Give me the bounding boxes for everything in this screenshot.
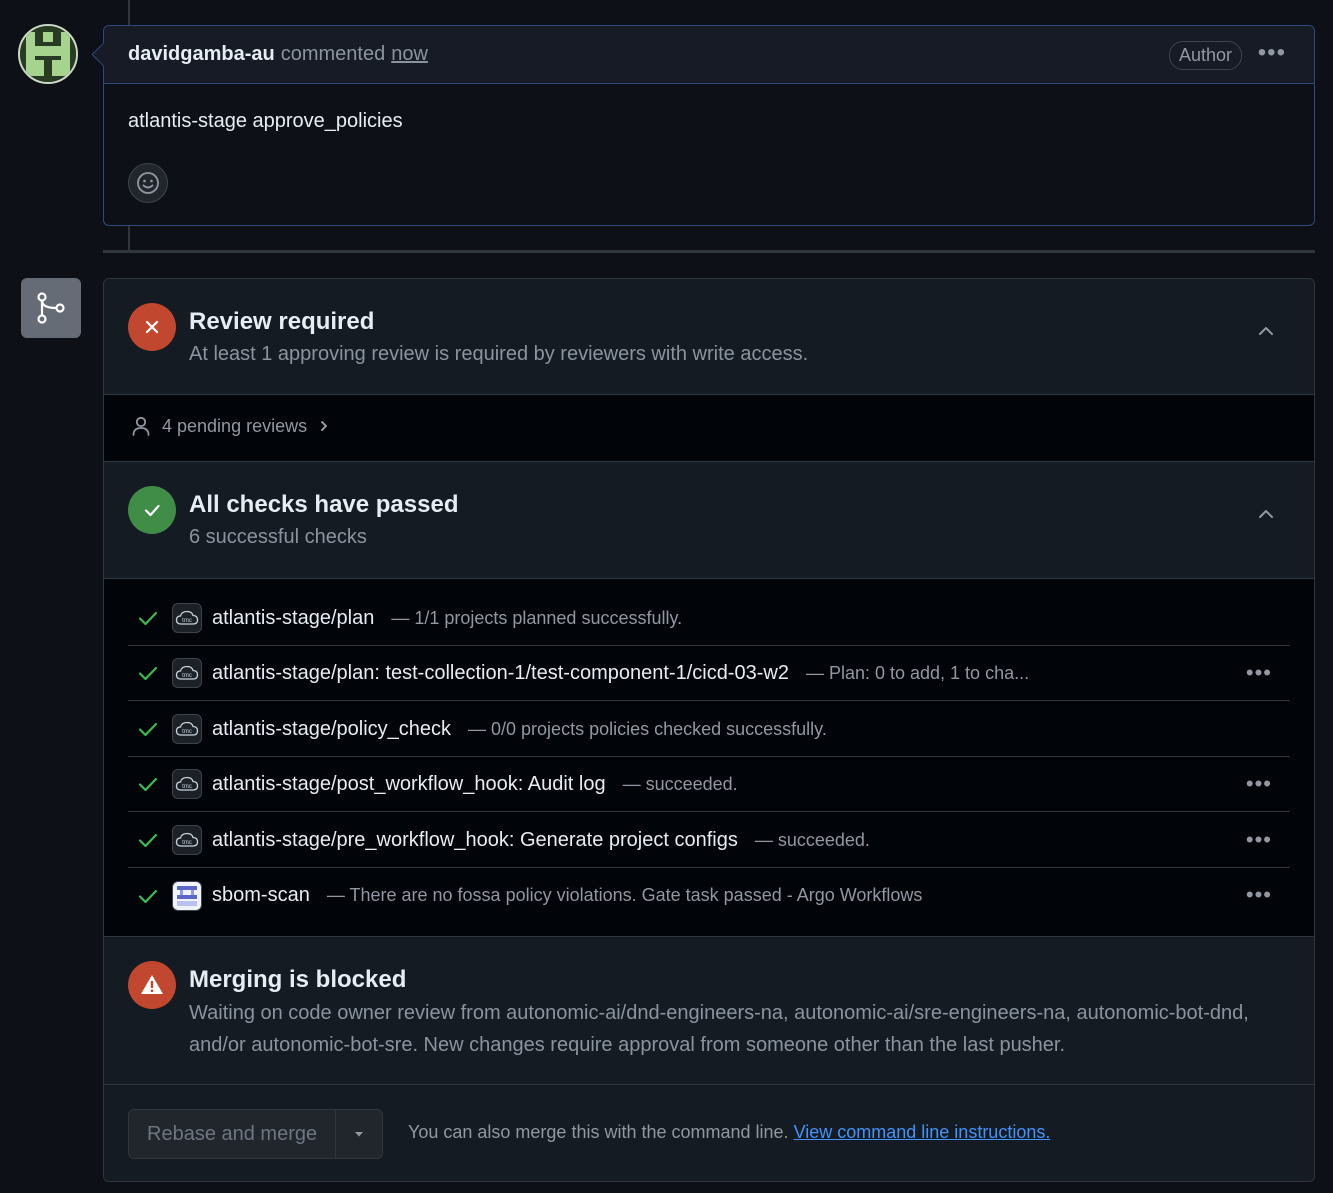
merge-method-dropdown[interactable] bbox=[336, 1110, 382, 1158]
check-row[interactable]: tmc atlantis-stage/post_workflow_hook: A… bbox=[128, 757, 1290, 812]
tmc-app-icon: tmc bbox=[172, 825, 202, 855]
check-description: — There are no fossa policy violations. … bbox=[326, 885, 923, 905]
check-name[interactable]: atlantis-stage/plan: test-collection-1/t… bbox=[212, 662, 789, 685]
review-title: Review required bbox=[189, 308, 375, 335]
command-line-instructions-link[interactable]: View command line instructions. bbox=[794, 1122, 1051, 1142]
x-icon bbox=[145, 320, 159, 334]
comment-body: atlantis-stage approve_policies bbox=[128, 110, 403, 132]
checks-title: All checks have passed bbox=[189, 491, 459, 518]
check-row[interactable]: tmc atlantis-stage/plan — 1/1 projects p… bbox=[128, 591, 1290, 646]
person-icon bbox=[132, 416, 150, 436]
svg-text:tmc: tmc bbox=[182, 673, 192, 679]
timeline-line-top bbox=[128, 0, 130, 26]
comment-action: commented bbox=[280, 43, 386, 65]
tmc-app-icon: tmc bbox=[172, 769, 202, 799]
check-name[interactable]: atlantis-stage/policy_check bbox=[212, 718, 451, 741]
tmc-app-icon: tmc bbox=[172, 658, 202, 688]
pending-reviews-label: 4 pending reviews bbox=[162, 415, 308, 436]
pending-reviews-section: 4 pending reviews bbox=[104, 395, 1314, 462]
comment-options-kebab-icon[interactable]: ••• bbox=[1258, 41, 1286, 65]
chevron-up-icon[interactable] bbox=[1256, 504, 1276, 524]
check-name[interactable]: atlantis-stage/pre_workflow_hook: Genera… bbox=[212, 829, 738, 852]
blocked-title: Merging is blocked bbox=[189, 966, 407, 993]
svg-text:tmc: tmc bbox=[182, 784, 192, 790]
check-passed-icon bbox=[137, 773, 159, 795]
merging-blocked-section: Merging is blocked Waiting on code owner… bbox=[104, 937, 1314, 1085]
check-description: — Plan: 0 to add, 1 to cha... bbox=[805, 662, 1030, 683]
check-options-kebab-icon[interactable]: ••• bbox=[1246, 771, 1272, 797]
smiley-icon bbox=[137, 172, 159, 194]
check-passed-icon bbox=[137, 718, 159, 740]
merge-controls-section: Rebase and merge You can also merge this… bbox=[104, 1085, 1314, 1181]
merge-note: You can also merge this with the command… bbox=[408, 1122, 1050, 1143]
pending-reviews-link[interactable]: 4 pending reviews bbox=[130, 415, 331, 437]
add-reaction-button[interactable] bbox=[128, 163, 168, 203]
alert-icon bbox=[141, 975, 163, 994]
check-row[interactable]: sbom-scan — There are no fossa policy vi… bbox=[128, 868, 1290, 923]
check-options-kebab-icon[interactable]: ••• bbox=[1246, 882, 1272, 908]
comment-author[interactable]: davidgamba-au bbox=[128, 43, 275, 66]
avatar[interactable] bbox=[18, 24, 78, 84]
tmc-app-icon: tmc bbox=[172, 714, 202, 744]
comment-timestamp[interactable]: now bbox=[391, 43, 428, 66]
chevron-right-icon bbox=[321, 421, 328, 431]
check-options-kebab-icon[interactable]: ••• bbox=[1246, 827, 1272, 853]
checks-list: tmc atlantis-stage/plan — 1/1 projects p… bbox=[104, 579, 1314, 937]
comment-box: davidgamba-au commented now Author ••• a… bbox=[91, 25, 1315, 226]
git-branch-icon bbox=[37, 292, 65, 324]
check-options-kebab-icon[interactable]: ••• bbox=[1246, 660, 1272, 686]
argo-workflows-app-icon bbox=[172, 880, 202, 911]
check-row[interactable]: tmc atlantis-stage/policy_check — 0/0 pr… bbox=[128, 702, 1290, 757]
check-description: — 1/1 projects planned successfully. bbox=[391, 607, 683, 628]
checks-subtitle: 6 successful checks bbox=[189, 526, 367, 548]
git-merge-badge bbox=[21, 278, 81, 338]
chevron-up-icon[interactable] bbox=[1256, 321, 1276, 341]
check-description: — succeeded. bbox=[622, 773, 738, 794]
author-badge: Author bbox=[1168, 41, 1242, 70]
rebase-and-merge-button[interactable]: Rebase and merge bbox=[129, 1110, 337, 1158]
review-required-section: Review required At least 1 approving rev… bbox=[104, 279, 1314, 395]
check-row[interactable]: tmc atlantis-stage/plan: test-collection… bbox=[128, 646, 1290, 701]
caret-down-icon bbox=[355, 1132, 364, 1137]
merge-button-group: Rebase and merge bbox=[128, 1109, 384, 1159]
svg-text:tmc: tmc bbox=[182, 618, 192, 624]
svg-text:tmc: tmc bbox=[182, 729, 192, 735]
check-row[interactable]: tmc atlantis-stage/pre_workflow_hook: Ge… bbox=[128, 813, 1290, 868]
merge-status-box: Review required At least 1 approving rev… bbox=[103, 278, 1315, 1182]
blocked-subtitle: Waiting on code owner review from autono… bbox=[189, 1002, 1249, 1056]
svg-text:tmc: tmc bbox=[182, 840, 192, 846]
tmc-app-icon: tmc bbox=[172, 603, 202, 633]
check-passed-icon bbox=[137, 885, 159, 907]
check-name[interactable]: atlantis-stage/post_workflow_hook: Audit… bbox=[212, 773, 606, 796]
check-name[interactable]: atlantis-stage/plan bbox=[212, 607, 374, 630]
check-description: — 0/0 projects policies checked successf… bbox=[468, 718, 827, 739]
checks-summary-section: All checks have passed 6 successful chec… bbox=[104, 462, 1314, 579]
timeline-divider bbox=[103, 250, 1315, 253]
timeline-line-middle bbox=[128, 226, 130, 250]
merge-note-text: You can also merge this with the command… bbox=[408, 1122, 789, 1142]
check-icon bbox=[144, 504, 160, 517]
comment-header: davidgamba-au commented now Author ••• bbox=[104, 26, 1314, 84]
blocked-status-circle bbox=[128, 961, 176, 1009]
check-name[interactable]: sbom-scan bbox=[212, 884, 310, 907]
review-status-circle bbox=[128, 303, 176, 351]
check-passed-icon bbox=[137, 829, 159, 851]
check-passed-icon bbox=[137, 607, 159, 629]
check-description: — succeeded. bbox=[754, 829, 870, 850]
review-subtitle: At least 1 approving review is required … bbox=[189, 343, 809, 365]
identicon-icon bbox=[20, 26, 76, 82]
check-passed-icon bbox=[137, 662, 159, 684]
checks-status-circle bbox=[128, 486, 176, 534]
